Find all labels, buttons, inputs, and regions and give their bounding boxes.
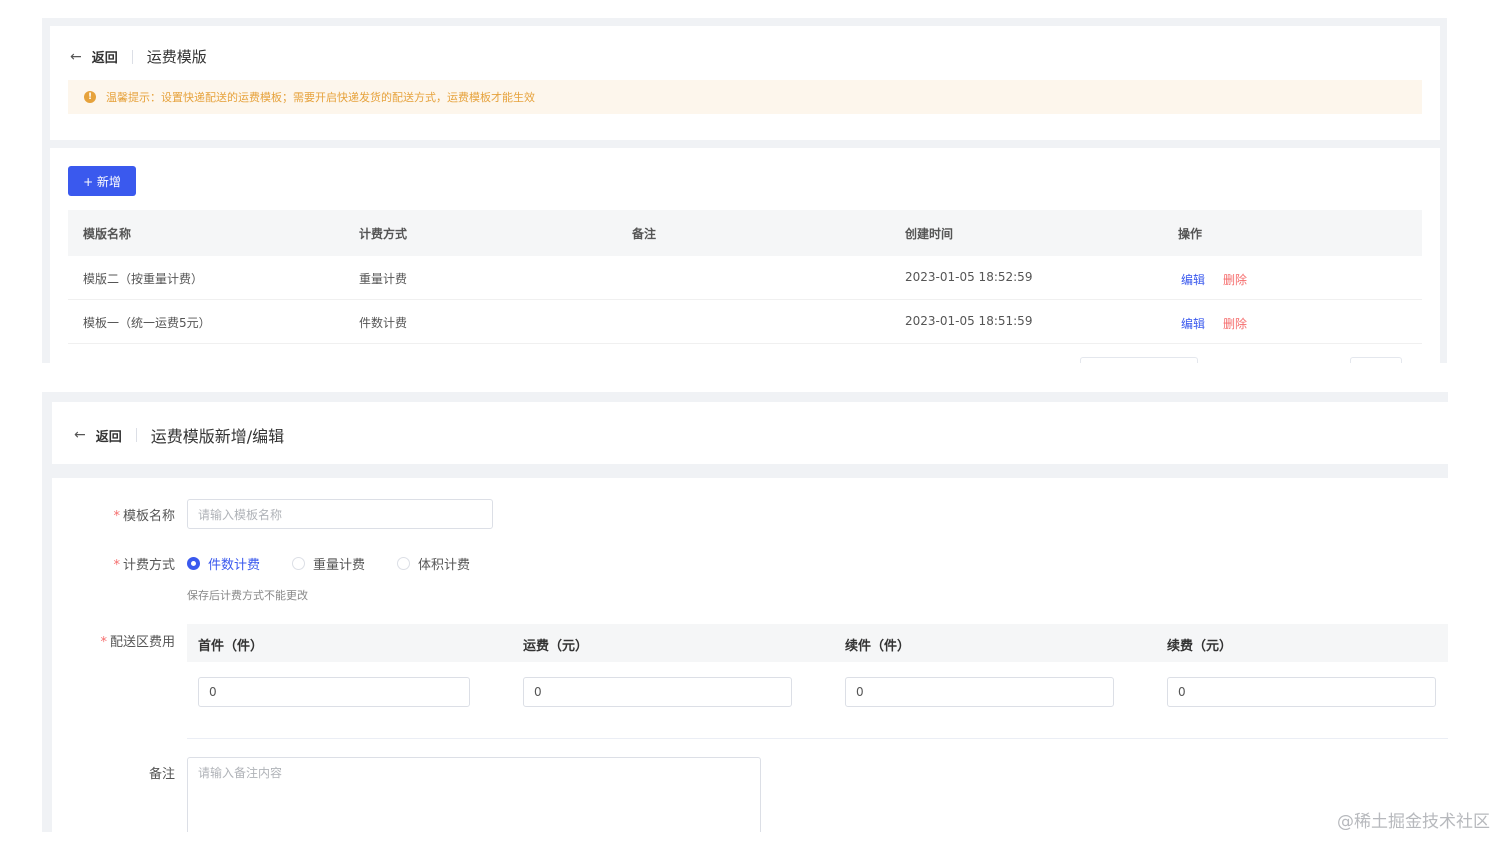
fee-label-text: 配送区费用	[109, 635, 175, 650]
name-label-text: 模板名称	[122, 509, 175, 524]
required-mark: *	[113, 558, 120, 573]
first-fee-input[interactable]: 0	[523, 677, 792, 707]
fee-field-label: * 配送区费用	[86, 631, 175, 650]
fee-column-first-piece: 首件（件）	[198, 639, 264, 654]
page-header: ← 返回 运费模版新增/编辑	[74, 423, 284, 447]
delete-link[interactable]: 删除	[1223, 315, 1247, 332]
radio-label: 件数计费	[208, 558, 261, 573]
radio-unchecked-icon	[397, 557, 410, 570]
list-page-screenshot: ← 返回 运费模版 ! 温馨提示：设置快递配送的运费模板；需要开启快递发货的配送…	[42, 18, 1447, 363]
fee-table-header: 首件（件） 运费（元） 续件（件） 续费（元）	[187, 624, 1448, 662]
tip-alert-text: 温馨提示：设置快递配送的运费模板；需要开启快递发货的配送方式，运费模板才能生效	[106, 91, 535, 104]
template-form: * 模板名称 请输入模板名称 * 计费方式 件数计费 重量计费 体积计费 保存后计费…	[52, 478, 1448, 832]
back-button[interactable]: 返回	[92, 47, 118, 66]
billing-radio-weight[interactable]: 重量计费	[292, 554, 365, 573]
back-arrow-icon[interactable]: ←	[74, 427, 86, 443]
fee-table-divider	[187, 738, 1448, 739]
edit-link[interactable]: 编辑	[1181, 315, 1205, 332]
row-created: 2023-01-05 18:51:59	[905, 314, 1033, 328]
back-arrow-icon[interactable]: ←	[70, 49, 82, 65]
required-mark: *	[113, 509, 120, 524]
fee-column-extra-fee: 续费（元）	[1167, 639, 1233, 654]
extra-fee-input[interactable]: 0	[1167, 677, 1436, 707]
row-billing: 件数计费	[359, 316, 408, 330]
billing-label-text: 计费方式	[122, 558, 175, 573]
edit-page-header-card: ← 返回 运费模版新增/编辑	[52, 402, 1448, 464]
page-title: 运费模版	[146, 48, 207, 66]
billing-radio-piece[interactable]: 件数计费	[187, 554, 260, 573]
template-name-input[interactable]: 请输入模板名称	[187, 499, 493, 529]
column-header-created: 创建时间	[905, 227, 954, 241]
column-header-billing: 计费方式	[359, 227, 408, 241]
radio-unchecked-icon	[292, 557, 305, 570]
row-name: 模版二（按重量计费）	[83, 272, 204, 286]
back-button[interactable]: 返回	[96, 426, 122, 445]
remark-field-label: 备注	[148, 767, 175, 782]
edit-page-screenshot: ← 返回 运费模版新增/编辑 * 模板名称 请输入模板名称 * 计费方式 件数计费 …	[42, 392, 1448, 832]
billing-hint: 保存后计费方式不能更改	[187, 589, 308, 602]
extra-piece-input[interactable]: 0	[845, 677, 1114, 707]
radio-checked-icon	[187, 557, 200, 570]
template-table-card: + 新增 模版名称 计费方式 备注 创建时间 操作 模版二（按重量计费） 重量计…	[50, 148, 1440, 363]
row-created: 2023-01-05 18:52:59	[905, 270, 1033, 284]
fee-column-first-fee: 运费（元）	[523, 639, 589, 654]
name-field-label: * 模板名称	[100, 505, 175, 524]
info-circle-icon: !	[84, 91, 96, 103]
page-header: ← 返回 运费模版	[70, 46, 207, 67]
row-billing: 重量计费	[359, 272, 408, 286]
billing-field-label: * 计费方式	[100, 554, 175, 573]
radio-label: 重量计费	[313, 558, 366, 573]
list-page-header-card: ← 返回 运费模版 ! 温馨提示：设置快递配送的运费模板；需要开启快递发货的配送…	[50, 26, 1440, 140]
billing-radio-volume[interactable]: 体积计费	[397, 554, 470, 573]
page-title: 运费模版新增/编辑	[150, 427, 285, 446]
column-header-actions: 操作	[1178, 227, 1203, 241]
header-divider	[131, 49, 133, 64]
table-header: 模版名称 计费方式 备注 创建时间 操作	[68, 210, 1422, 256]
required-mark: *	[100, 635, 107, 650]
header-divider	[135, 428, 137, 442]
remark-textarea[interactable]: 请输入备注内容	[187, 757, 761, 832]
column-header-name: 模版名称	[83, 227, 132, 241]
add-template-button[interactable]: + 新增	[68, 166, 136, 196]
delete-link[interactable]: 删除	[1223, 271, 1247, 288]
row-name: 模板一（统一运费5元）	[83, 316, 211, 330]
column-header-remark: 备注	[632, 227, 657, 241]
pagination-size-select[interactable]	[1080, 357, 1198, 363]
pagination-jumper[interactable]	[1350, 357, 1402, 363]
watermark: @稀土掘金技术社区	[1337, 812, 1490, 832]
table-row: 模板一（统一运费5元） 件数计费 2023-01-05 18:51:59 编辑 …	[68, 300, 1422, 344]
fee-column-extra-piece: 续件（件）	[845, 639, 911, 654]
edit-link[interactable]: 编辑	[1181, 271, 1205, 288]
radio-label: 体积计费	[418, 558, 471, 573]
table-row: 模版二（按重量计费） 重量计费 2023-01-05 18:52:59 编辑 删…	[68, 256, 1422, 300]
tip-alert: ! 温馨提示：设置快递配送的运费模板；需要开启快递发货的配送方式，运费模板才能生…	[68, 80, 1422, 114]
first-piece-input[interactable]: 0	[198, 677, 470, 707]
